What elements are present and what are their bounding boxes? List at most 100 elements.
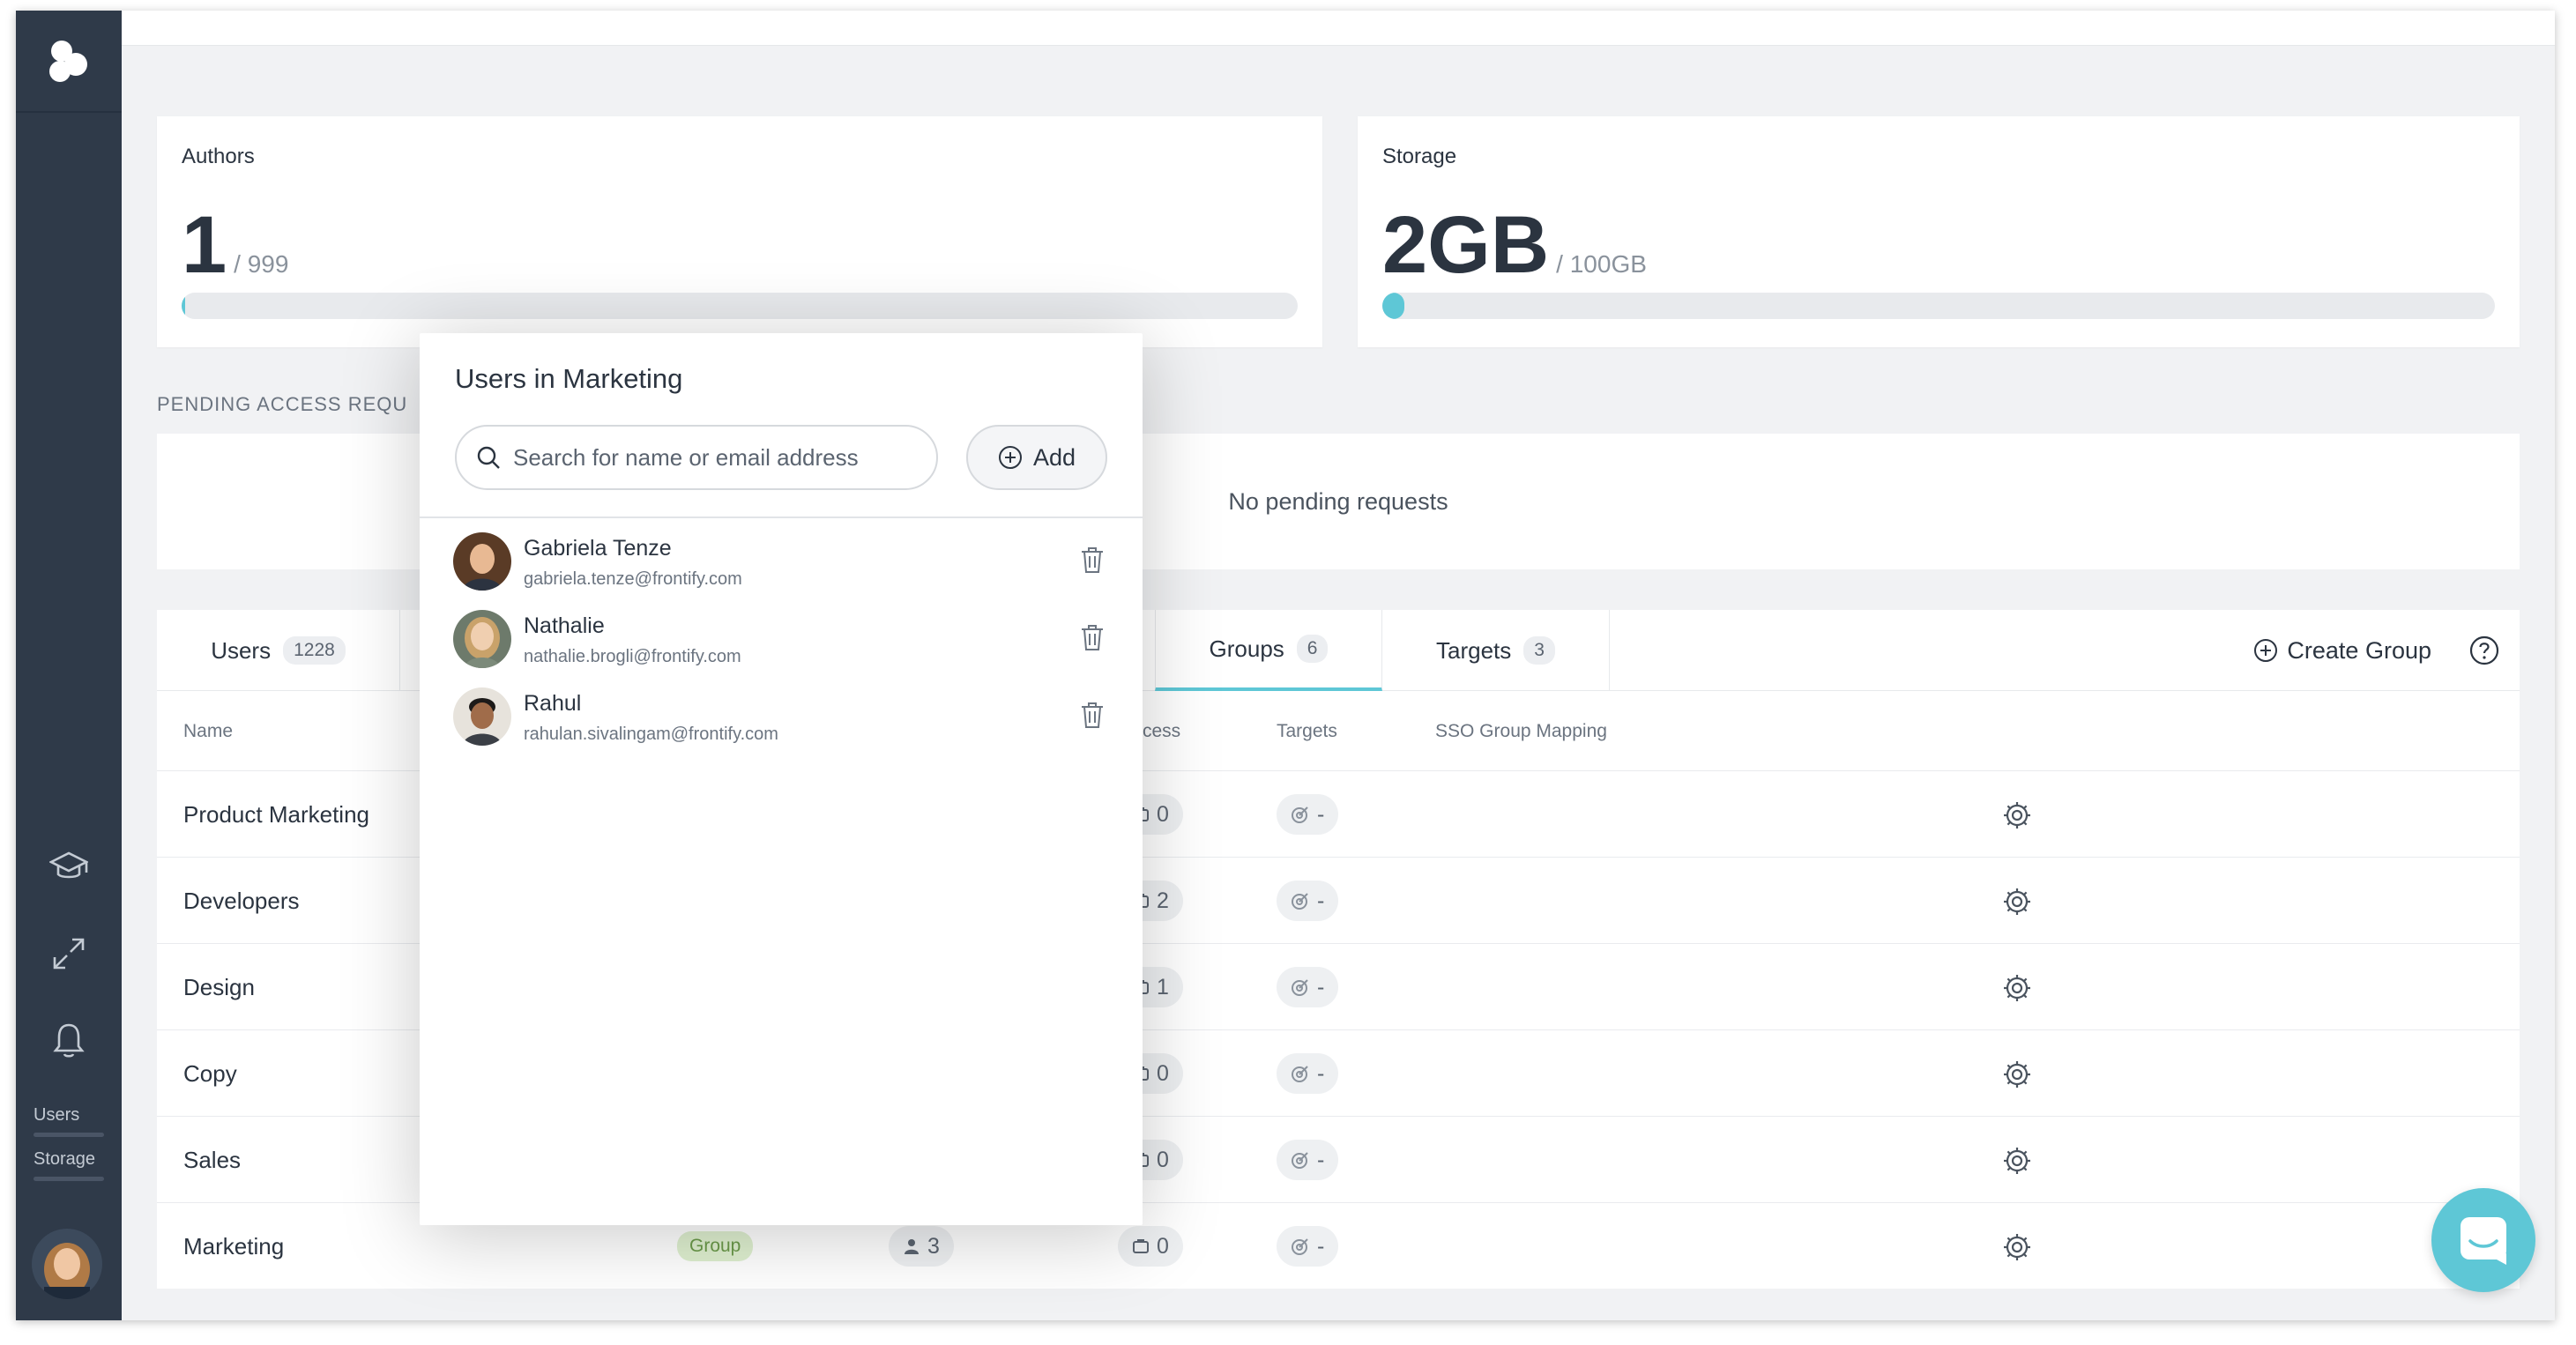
pending-empty-text: No pending requests	[1228, 487, 1448, 515]
group-badge: Group	[677, 1231, 754, 1261]
storage-max: / 100GB	[1556, 250, 1647, 278]
targets-value: -	[1317, 1233, 1325, 1259]
access-count: 0	[1157, 1233, 1169, 1259]
help-icon[interactable]	[2468, 635, 2500, 666]
sidebar-storage-bar	[34, 1177, 104, 1181]
group-name: Copy	[183, 1060, 237, 1087]
popup-title: Users in Marketing	[455, 363, 683, 394]
gear-icon[interactable]	[2001, 1059, 2033, 1090]
plus-circle-icon	[998, 446, 1022, 469]
tab-groups-count: 6	[1296, 635, 1329, 663]
user-email: rahulan.sivalingam@frontify.com	[524, 725, 778, 744]
group-name: Developers	[183, 888, 300, 914]
target-icon	[1292, 1238, 1308, 1255]
authors-count: 1 / 999	[182, 204, 288, 286]
user-name: Nathalie	[524, 613, 605, 638]
list-item[interactable]: Rahul rahulan.sivalingam@frontify.com	[453, 684, 1106, 754]
trash-icon[interactable]	[1079, 700, 1106, 730]
gear-icon[interactable]	[2001, 1231, 2033, 1263]
sidebar-storage-meter[interactable]: Storage	[34, 1149, 104, 1181]
storage-card: Storage 2GB / 100GB	[1358, 116, 2520, 347]
app-window: Users Storage Authors 1 / 999 Storage 2G…	[16, 11, 2555, 1320]
target-icon	[1292, 893, 1308, 910]
targets-value: -	[1317, 888, 1325, 913]
targets-pill[interactable]: -	[1277, 1053, 1339, 1094]
col-targets: Targets	[1277, 721, 1337, 741]
tab-groups-label: Groups	[1209, 635, 1284, 662]
frontify-logo[interactable]	[16, 11, 122, 113]
trash-icon[interactable]	[1079, 622, 1106, 652]
avatar	[453, 687, 511, 746]
tab-targets[interactable]: Targets 3	[1382, 610, 1610, 691]
targets-value: -	[1317, 974, 1325, 999]
list-item[interactable]: Gabriela Tenze gabriela.tenze@frontify.c…	[453, 529, 1106, 599]
search-field[interactable]	[455, 425, 938, 490]
authors-value: 1	[182, 200, 227, 290]
gear-icon[interactable]	[2001, 1145, 2033, 1177]
targets-value: -	[1317, 801, 1325, 827]
user-icon	[905, 1239, 919, 1254]
search-input[interactable]	[513, 443, 919, 472]
tab-targets-count: 3	[1523, 636, 1555, 665]
add-button-label: Add	[1032, 443, 1076, 471]
target-icon	[1292, 1066, 1308, 1082]
academy-icon[interactable]	[46, 844, 92, 890]
targets-pill[interactable]: -	[1277, 1140, 1339, 1180]
user-email: gabriela.tenze@frontify.com	[524, 569, 742, 589]
targets-pill[interactable]: -	[1277, 794, 1339, 835]
trash-icon[interactable]	[1079, 545, 1106, 575]
list-item[interactable]: Nathalie nathalie.brogli@frontify.com	[453, 606, 1106, 677]
users-in-group-popup: Users in Marketing Add Gabriela Tenze ga…	[420, 333, 1143, 1225]
add-user-button[interactable]: Add	[966, 425, 1107, 490]
group-name: Design	[183, 974, 255, 1000]
user-name: Gabriela Tenze	[524, 536, 672, 561]
popup-divider	[420, 516, 1143, 518]
target-icon	[1292, 979, 1308, 996]
search-icon	[477, 446, 500, 469]
authors-progress-fill	[182, 293, 185, 319]
gear-icon[interactable]	[2001, 972, 2033, 1004]
sidebar-users-meter[interactable]: Users	[34, 1105, 104, 1137]
user-name: Rahul	[524, 691, 582, 716]
access-count: 0	[1157, 1060, 1169, 1086]
expand-icon[interactable]	[46, 931, 92, 977]
tab-users[interactable]: Users 1228	[157, 610, 400, 691]
targets-pill[interactable]: -	[1277, 1226, 1339, 1267]
pending-section-label: PENDING ACCESS REQU	[157, 393, 408, 415]
storage-value: 2GB	[1382, 200, 1550, 290]
tab-groups[interactable]: Groups 6	[1155, 610, 1382, 691]
top-bar	[122, 11, 2555, 46]
targets-pill[interactable]: -	[1277, 967, 1339, 1007]
avatar[interactable]	[32, 1229, 102, 1299]
tab-targets-label: Targets	[1436, 636, 1512, 664]
bell-icon[interactable]	[46, 1017, 92, 1063]
targets-value: -	[1317, 1147, 1325, 1172]
storage-progress-fill	[1382, 293, 1405, 319]
gear-icon[interactable]	[2001, 799, 2033, 831]
authors-progress	[182, 293, 1298, 319]
access-count: 0	[1157, 1147, 1169, 1172]
gear-icon[interactable]	[2001, 886, 2033, 918]
avatar	[453, 610, 511, 668]
targets-pill[interactable]: -	[1277, 881, 1339, 921]
create-group-button[interactable]: Create Group	[2253, 610, 2431, 691]
storage-title: Storage	[1382, 145, 1457, 168]
members-count: 3	[927, 1233, 940, 1259]
user-email: nathalie.brogli@frontify.com	[524, 647, 741, 666]
authors-max: / 999	[234, 250, 289, 278]
authors-card: Authors 1 / 999	[157, 116, 1322, 347]
col-access: cess	[1143, 721, 1181, 741]
logo-icon	[49, 41, 87, 82]
sidebar-users-bar	[34, 1133, 104, 1137]
col-sso-mapping: SSO Group Mapping	[1435, 721, 1607, 741]
sidebar-storage-label: Storage	[34, 1149, 96, 1169]
chat-button[interactable]	[2431, 1188, 2535, 1292]
chat-icon	[2461, 1217, 2506, 1265]
sidebar: Users Storage	[16, 11, 122, 1320]
col-name: Name	[183, 721, 234, 741]
create-group-label: Create Group	[2287, 636, 2431, 664]
members-pill[interactable]: 3	[889, 1226, 954, 1267]
access-count: 2	[1157, 888, 1169, 913]
storage-progress	[1382, 293, 2495, 319]
group-name: Marketing	[183, 1233, 285, 1260]
